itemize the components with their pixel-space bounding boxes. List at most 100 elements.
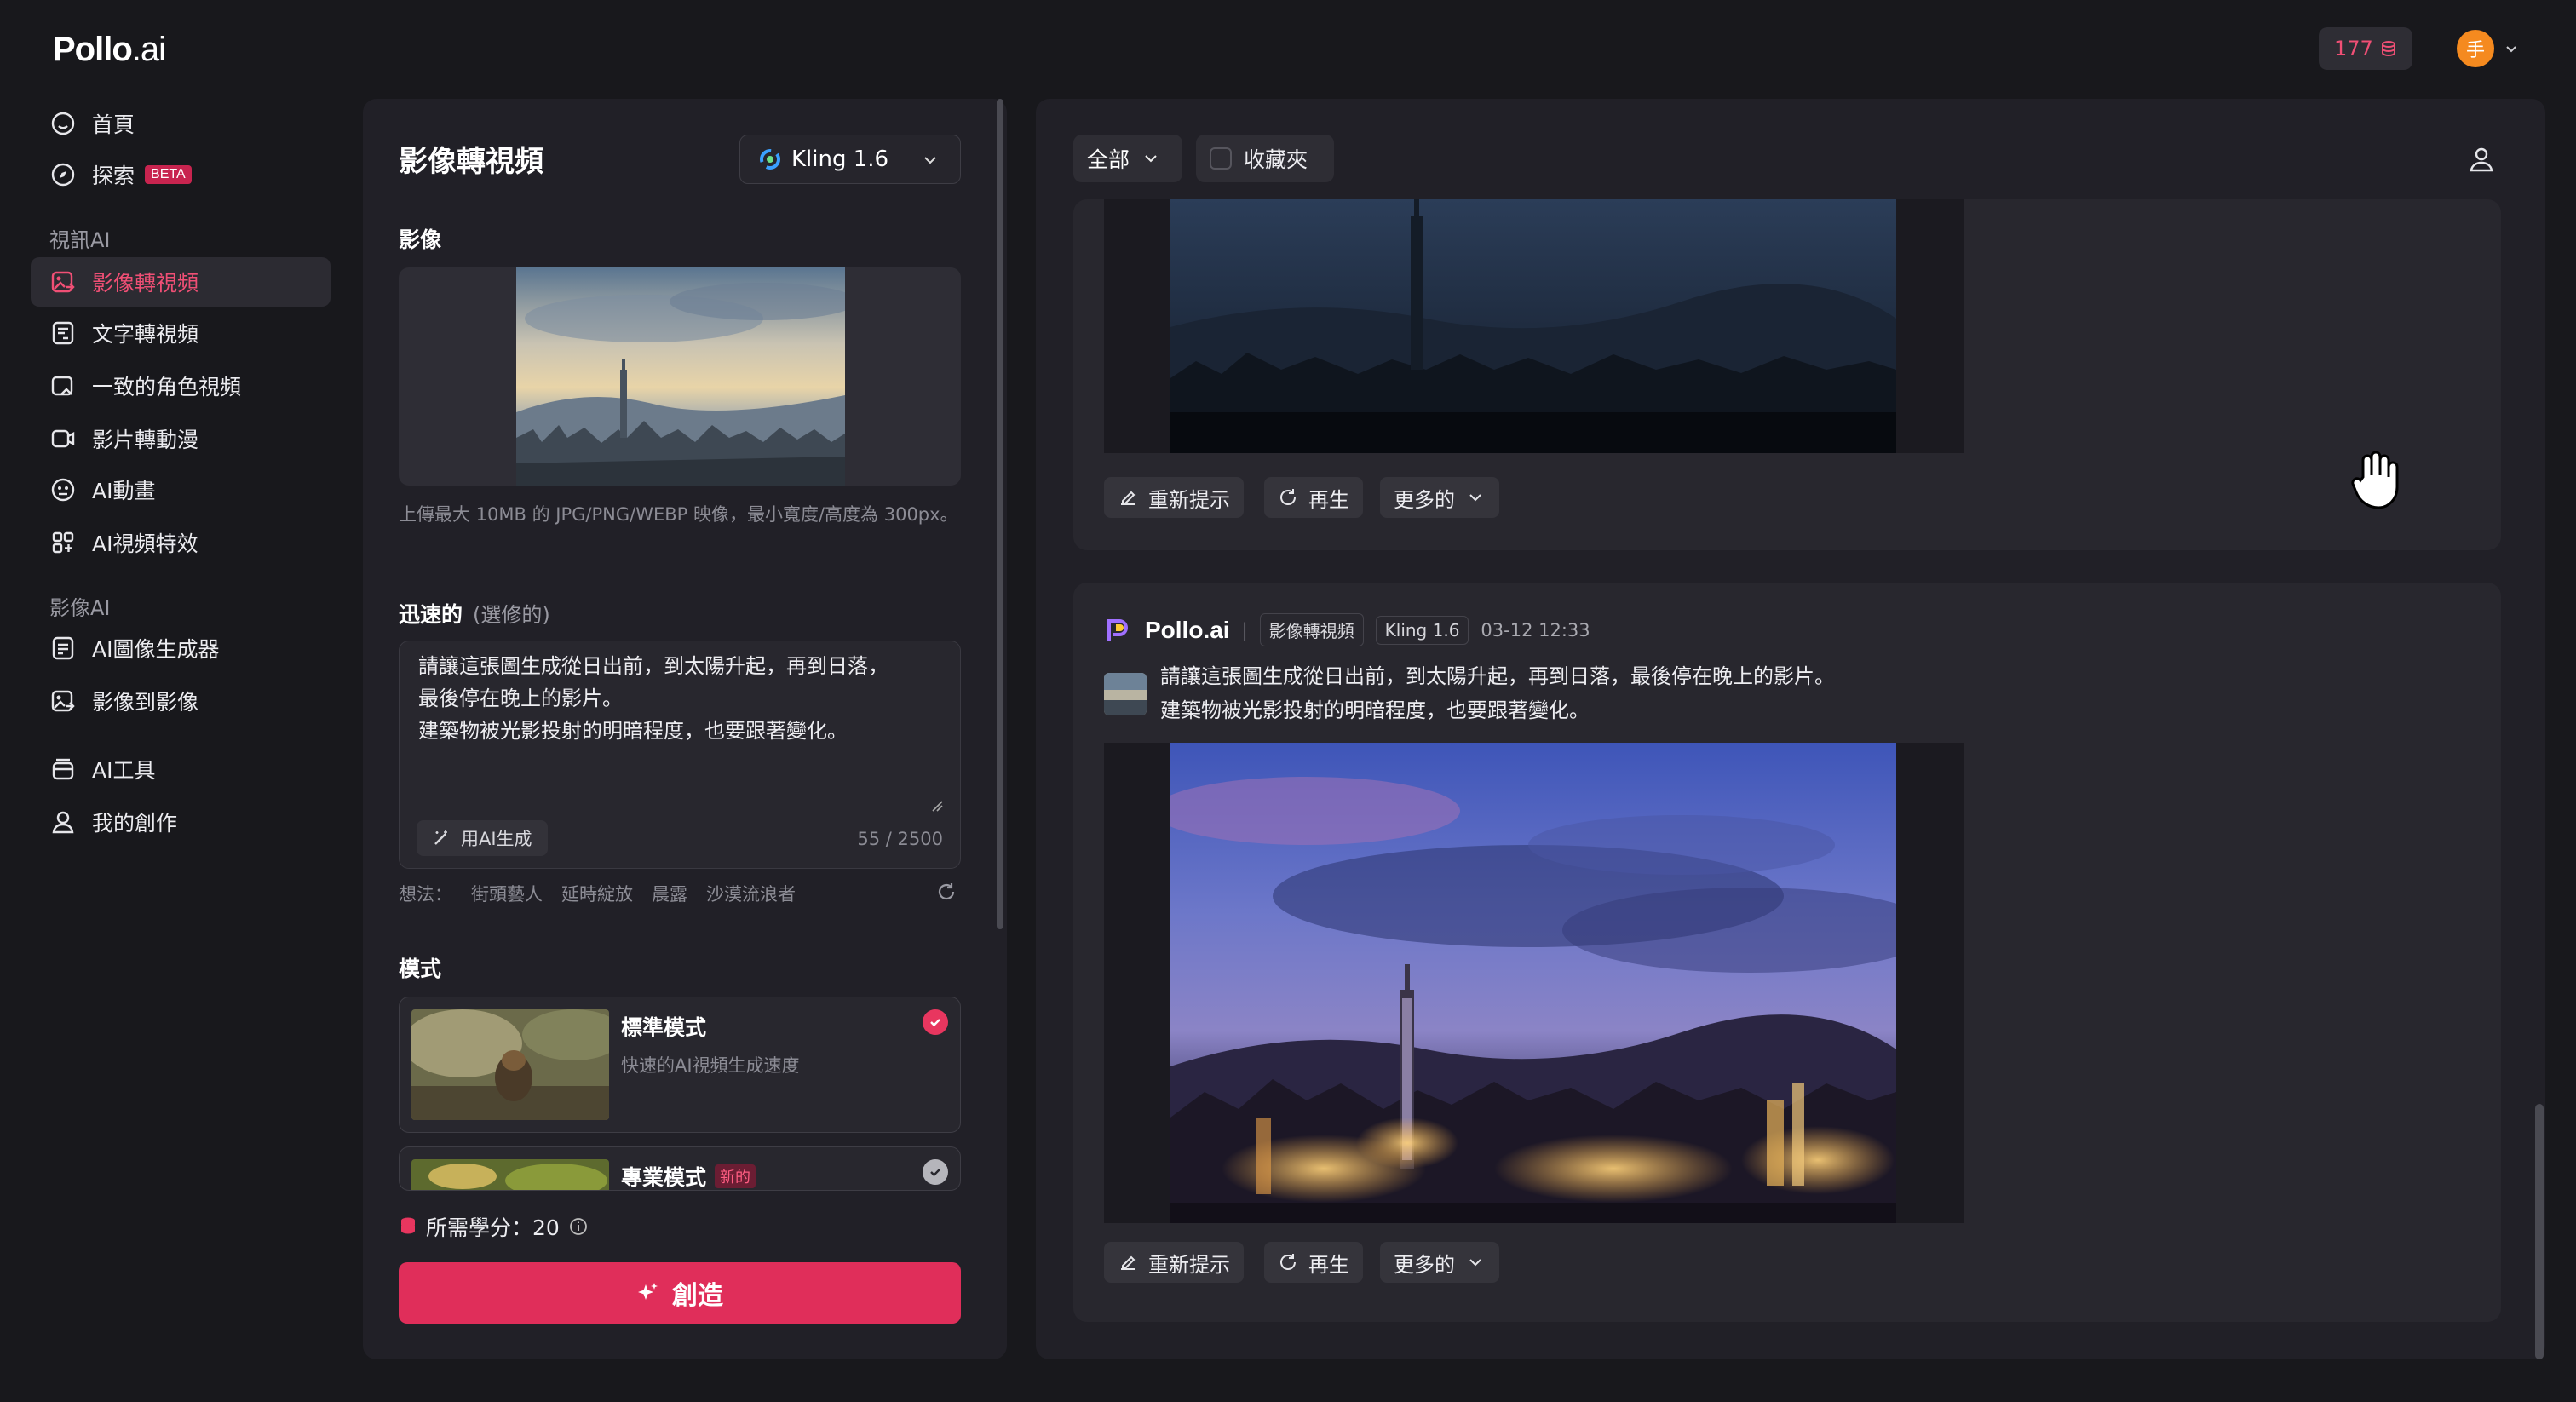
prompt-input[interactable]: 請讓這張圖生成從日出前，到太陽升起，再到日落， 最後停在晚上的影片。 建築物被光… xyxy=(399,641,961,869)
prompt-text[interactable]: 請讓這張圖生成從日出前，到太陽升起，再到日落， 最後停在晚上的影片。 建築物被光… xyxy=(418,650,946,747)
ideas-label: 想法： xyxy=(399,884,452,905)
ai-generate-button[interactable]: 用AI生成 xyxy=(417,820,548,856)
model-selector[interactable]: Kling 1.6 xyxy=(739,135,961,184)
card-prompt-text: 請讓這張圖生成從日出前，到太陽升起，再到日落，最後停在晚上的影片。 建築物被光影… xyxy=(1160,664,1835,722)
kling-logo-icon xyxy=(760,149,780,170)
refresh-icon xyxy=(1280,489,1296,505)
sidebar-item-ai-tools[interactable]: AI工具 xyxy=(31,744,331,794)
video-player[interactable] xyxy=(1104,743,1964,1223)
reprompt-label: 重新提示 xyxy=(1148,1252,1230,1277)
reprompt-button[interactable]: 重新提示 xyxy=(1104,477,1244,518)
mode-professional[interactable]: 專業模式 新的 xyxy=(399,1146,961,1191)
pro-mode-thumbnail xyxy=(411,1159,609,1190)
idea-chip[interactable]: 晨露 xyxy=(652,881,687,906)
filter-all-label: 全部 xyxy=(1087,147,1130,172)
more-button[interactable]: 更多的 xyxy=(1380,1242,1499,1283)
result-card: 重新提示 再生 更多的 xyxy=(1073,199,2501,550)
image-generator-icon xyxy=(52,636,74,660)
filter-all-dropdown[interactable]: 全部 xyxy=(1073,135,1182,182)
compass-icon xyxy=(51,163,75,187)
character-video-icon xyxy=(51,376,73,396)
coin-stack-icon xyxy=(401,1217,415,1234)
mode-desc: 快速的AI視頻生成速度 xyxy=(621,1055,800,1076)
card-header: Pollo.ai | 影像轉視頻 Kling 1.6 03-12 12:33 xyxy=(1104,613,1590,646)
sidebar-item-my-creations[interactable]: 我的創作 xyxy=(31,797,331,847)
favorites-checkbox[interactable] xyxy=(1210,147,1232,170)
sparkle-icon xyxy=(638,1283,658,1300)
logo-suffix: .ai xyxy=(131,31,166,68)
favorites-filter[interactable]: 收藏夾 xyxy=(1196,135,1334,182)
regenerate-button[interactable]: 再生 xyxy=(1264,1242,1363,1283)
favorites-label: 收藏夾 xyxy=(1244,147,1308,172)
chevron-down-icon[interactable] xyxy=(2504,43,2518,56)
sidebar-item-label: 影像轉視頻 xyxy=(92,271,199,296)
sidebar-item-image-to-video[interactable]: 影像轉視頻 xyxy=(31,257,331,307)
sidebar-item-text-to-video[interactable]: 文字轉視頻 xyxy=(31,308,331,358)
sidebar-item-image-to-image[interactable]: 影像到影像 xyxy=(31,676,331,726)
text-to-video-icon xyxy=(52,321,74,345)
create-button[interactable]: 創造 xyxy=(399,1262,961,1324)
sidebar-item-character-video[interactable]: 一致的角色視頻 xyxy=(31,361,331,411)
chevron-down-icon xyxy=(924,157,936,164)
image-label: 影像 xyxy=(399,227,442,252)
image-to-video-icon xyxy=(51,271,75,293)
user-settings-icon[interactable] xyxy=(2467,145,2496,174)
chevron-down-icon xyxy=(1469,494,1481,502)
card-type-tag: 影像轉視頻 xyxy=(1259,613,1364,646)
avatar-initial: 手 xyxy=(2465,40,2485,61)
mode-title: 標準模式 xyxy=(621,1015,707,1040)
card-source-thumbnail[interactable] xyxy=(1104,673,1147,715)
video-player[interactable] xyxy=(1104,199,1964,453)
sidebar-item-label: AI動畫 xyxy=(92,479,156,503)
sidebar-item-video-to-anime[interactable]: 影片轉動漫 xyxy=(31,414,331,463)
regenerate-button[interactable]: 再生 xyxy=(1264,477,1363,518)
prompt-label-text: 迅速的 xyxy=(399,602,463,627)
pollo-logo[interactable]: Pollo.ai xyxy=(53,31,166,69)
sidebar-item-label: AI工具 xyxy=(92,758,156,783)
results-scrollbar[interactable] xyxy=(2535,1104,2544,1359)
resize-handle-icon[interactable] xyxy=(931,800,943,812)
mode-standard[interactable]: 標準模式 快速的AI視頻生成速度 xyxy=(399,997,961,1133)
video-frame-night-city xyxy=(1170,743,1896,1223)
idea-chip[interactable]: 沙漠流浪者 xyxy=(706,881,796,906)
sidebar-item-home[interactable]: 首頁 xyxy=(31,99,331,148)
left-panel-scrollbar[interactable] xyxy=(997,99,1003,929)
credits-badge[interactable]: 177 xyxy=(2319,27,2412,70)
mode-title: 專業模式 新的 xyxy=(621,1161,756,1190)
more-label: 更多的 xyxy=(1394,1252,1455,1277)
sidebar-item-label: 影像到影像 xyxy=(92,690,199,715)
sidebar-item-ai-animation[interactable]: AI動畫 xyxy=(31,465,331,514)
more-label: 更多的 xyxy=(1394,487,1455,512)
prompt-optional: (選修的) xyxy=(473,603,550,627)
card-timestamp: 03-12 12:33 xyxy=(1481,619,1590,641)
sidebar-item-explore[interactable]: 探索 BETA xyxy=(31,150,331,199)
pollo-brand-icon xyxy=(1107,618,1128,641)
hand-cursor-icon xyxy=(2351,451,2399,509)
sidebar-item-label: AI視頻特效 xyxy=(92,531,198,556)
uploaded-city-image xyxy=(516,267,845,486)
sidebar-item-ai-effects[interactable]: AI視頻特效 xyxy=(31,518,331,567)
unselected-check-icon xyxy=(923,1159,948,1185)
card-model-tag: Kling 1.6 xyxy=(1375,615,1469,645)
result-card: Pollo.ai | 影像轉視頻 Kling 1.6 03-12 12:33 請… xyxy=(1073,583,2501,1322)
idea-chip[interactable]: 街頭藝人 xyxy=(471,881,543,906)
mode-title-text: 專業模式 xyxy=(621,1165,707,1190)
image-to-image-icon xyxy=(51,690,75,712)
sidebar-item-label: 一致的角色視頻 xyxy=(92,375,242,399)
idea-chip[interactable]: 延時綻放 xyxy=(561,881,633,906)
more-button[interactable]: 更多的 xyxy=(1380,477,1499,518)
sidebar-item-image-generator[interactable]: AI圖像生成器 xyxy=(31,623,331,673)
edit-icon xyxy=(1121,1255,1136,1270)
reprompt-label: 重新提示 xyxy=(1148,487,1230,512)
regenerate-label: 再生 xyxy=(1308,1252,1349,1277)
reprompt-button[interactable]: 重新提示 xyxy=(1104,1242,1244,1283)
image-upload-area[interactable] xyxy=(399,267,961,486)
info-icon[interactable] xyxy=(568,1216,589,1237)
animation-icon xyxy=(51,478,75,502)
chevron-down-icon xyxy=(1145,155,1157,163)
avatar[interactable]: 手 xyxy=(2457,30,2494,67)
refresh-icon[interactable] xyxy=(935,881,957,903)
page-title: 影像轉視頻 xyxy=(399,145,543,179)
section-video-ai: 視訊AI xyxy=(49,228,111,252)
sidebar-item-label: 探索 xyxy=(92,164,135,188)
